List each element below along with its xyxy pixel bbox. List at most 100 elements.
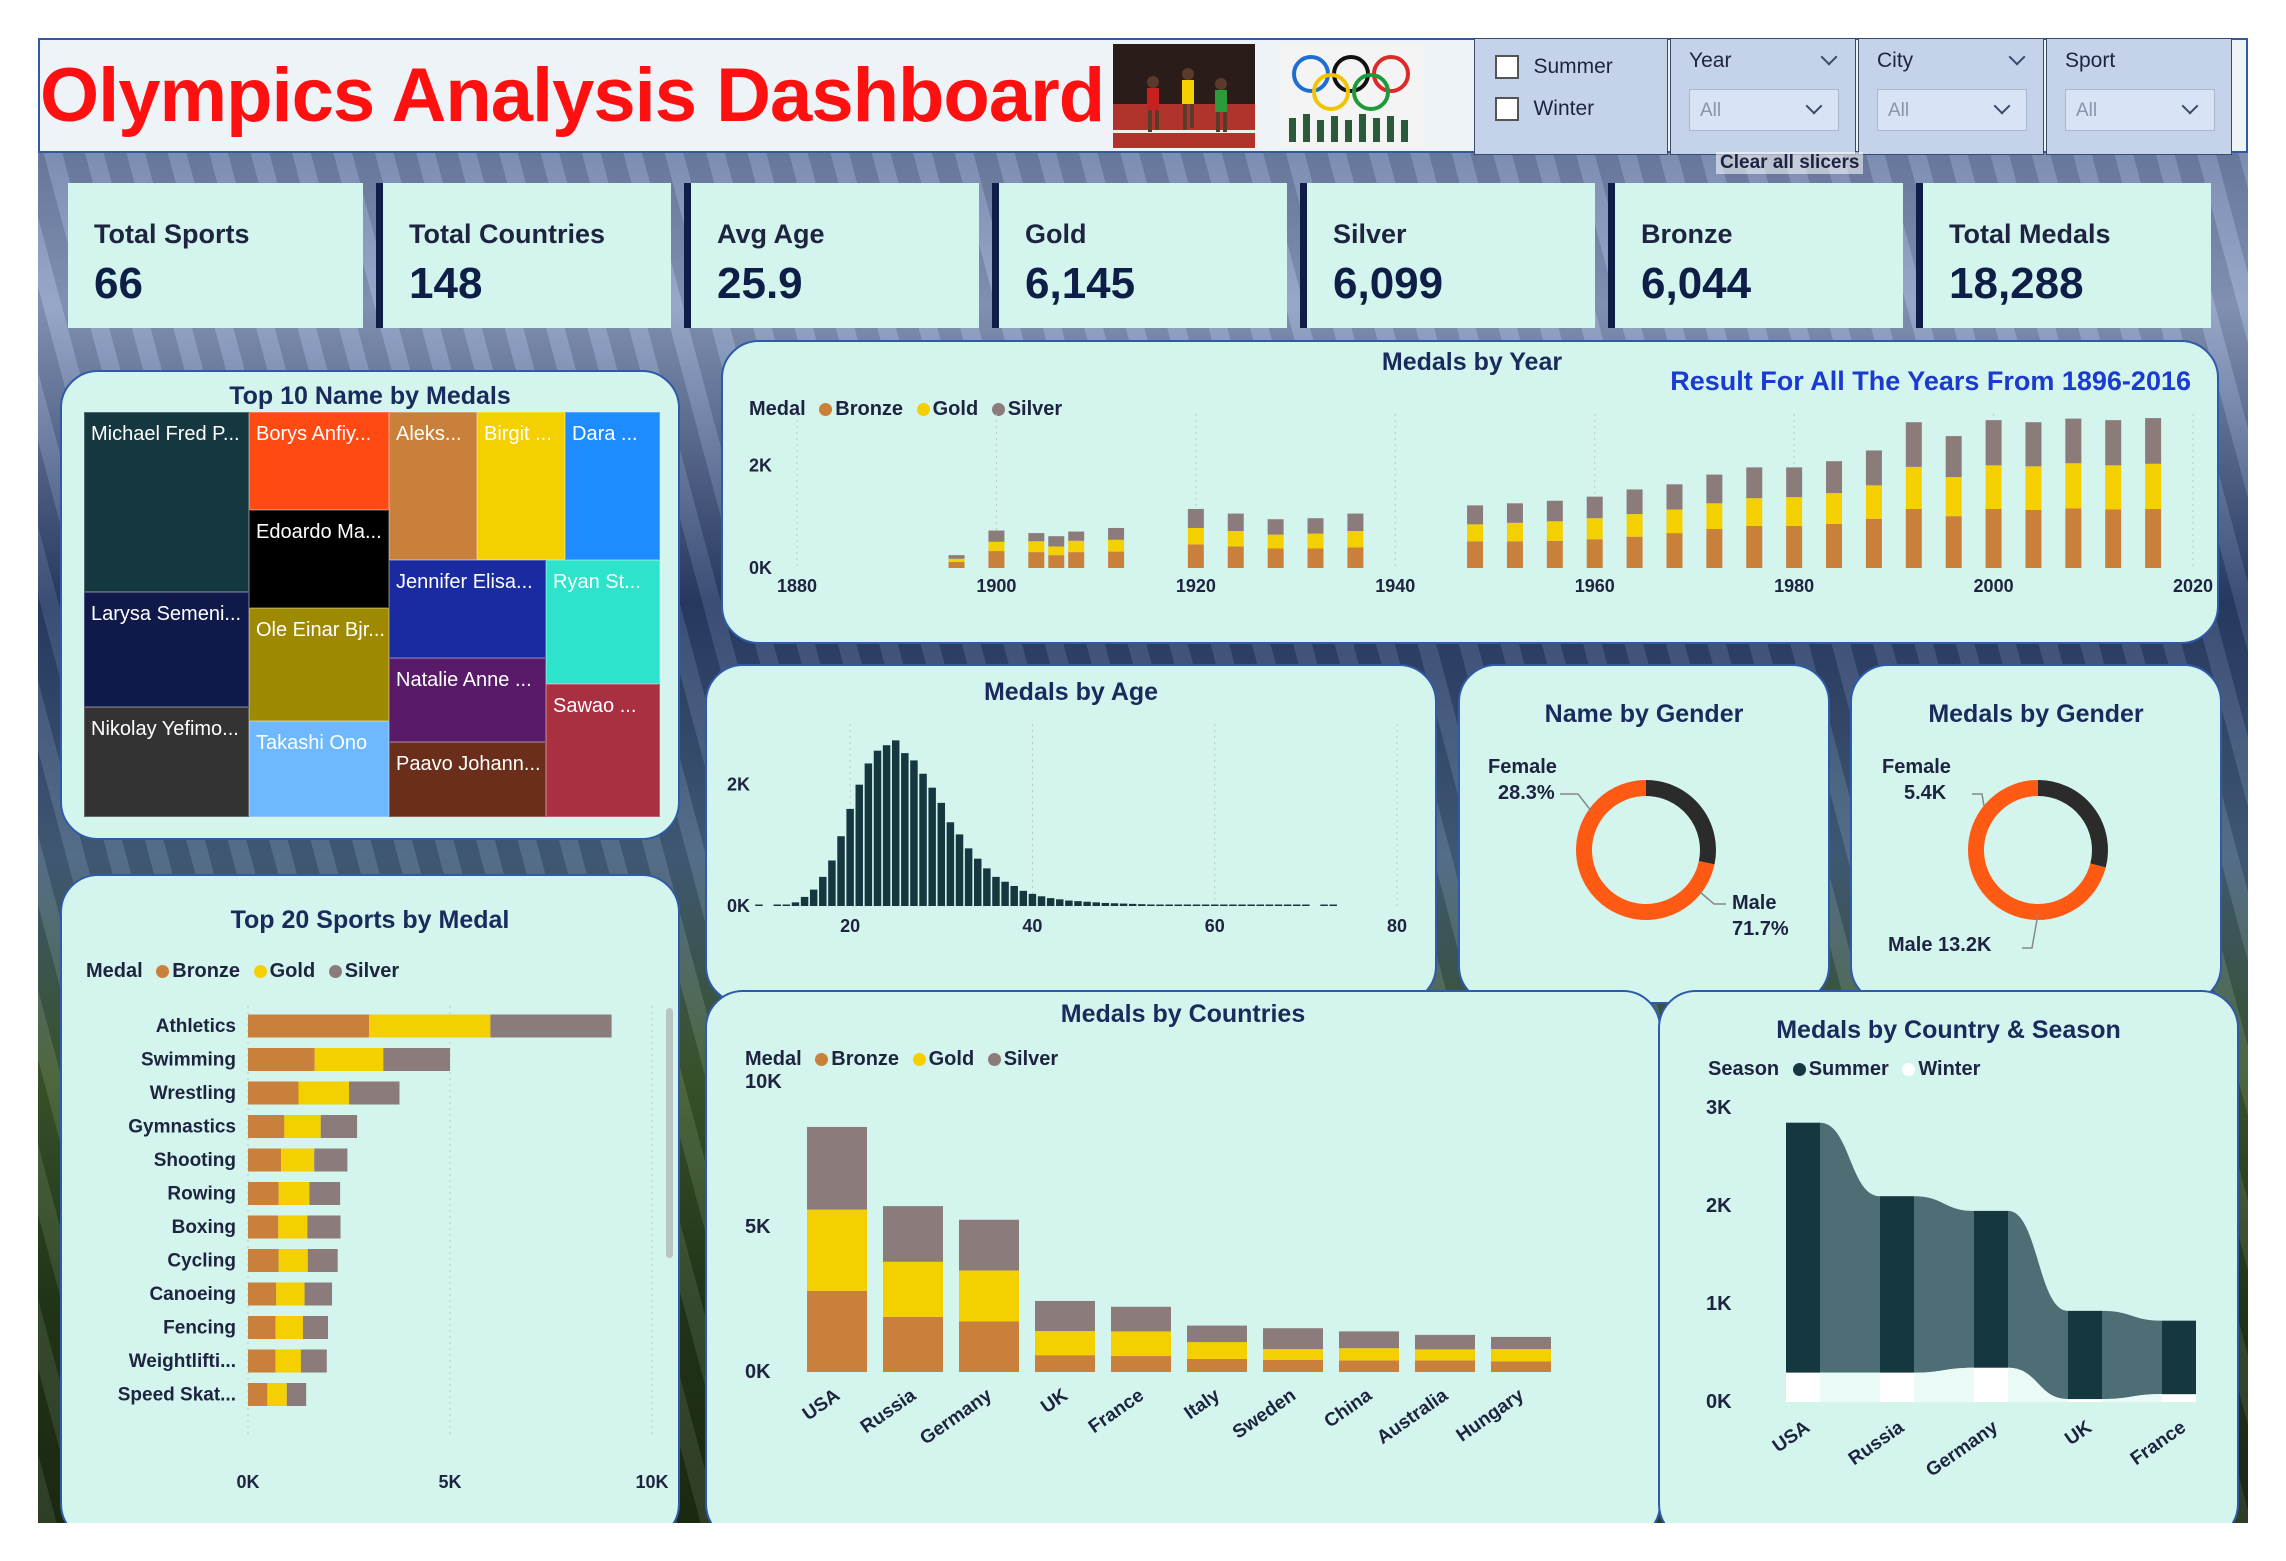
treemap-cell[interactable]: Edoardo Ma... xyxy=(249,510,389,608)
age-bar xyxy=(937,802,946,906)
bar-segment xyxy=(959,1321,1019,1372)
bar-segment xyxy=(248,1014,370,1038)
treemap-cell[interactable]: Larysa Semeni... xyxy=(84,592,249,707)
sport-dropdown-value: All xyxy=(2076,100,2098,121)
bar-segment xyxy=(309,1182,341,1205)
bar-segment xyxy=(1227,513,1244,532)
ribbon-summer xyxy=(2102,1310,2162,1400)
x-tick-label: 0K xyxy=(236,1472,259,1492)
y-tick-label: 0K xyxy=(749,558,772,578)
bar-segment xyxy=(1347,547,1364,568)
bar-segment xyxy=(1786,1122,1820,1373)
city-dropdown[interactable]: All xyxy=(1877,89,2027,131)
age-bar xyxy=(1092,902,1100,906)
bar-segment xyxy=(807,1126,867,1210)
year-dropdown[interactable]: All xyxy=(1689,89,1839,131)
x-tick-label: 80 xyxy=(1387,916,1407,936)
kpi-value: 148 xyxy=(409,259,483,308)
chevron-down-icon[interactable] xyxy=(2008,48,2026,66)
season-option-winter[interactable]: Winter xyxy=(1495,97,1594,127)
treemap-cell[interactable]: Ole Einar Bjr... xyxy=(249,608,389,721)
y-tick-label: 10K xyxy=(745,1071,782,1093)
bar-segment xyxy=(1666,533,1683,568)
chevron-down-icon xyxy=(2181,97,2199,115)
bar-segment xyxy=(2105,509,2122,568)
treemap-cell[interactable]: Michael Fred P... xyxy=(84,412,249,592)
y-tick-label: 0K xyxy=(745,1361,771,1383)
treemap-cell[interactable]: Paavo Johann... xyxy=(389,742,546,817)
x-category-label: Hungary xyxy=(1453,1385,1529,1447)
age-bar xyxy=(855,784,863,906)
y-tick-label: 2K xyxy=(749,455,772,475)
bar-segment xyxy=(1263,1328,1323,1350)
bar-segment xyxy=(2025,422,2042,467)
age-bar xyxy=(928,787,936,906)
age-bar xyxy=(873,750,882,906)
treemap-cell[interactable]: Birgit ... xyxy=(477,412,565,560)
ribbon-summer xyxy=(1914,1196,1974,1373)
winter-checkbox[interactable] xyxy=(1495,97,1519,121)
kpi-total-countries: Total Countries 148 xyxy=(376,183,671,328)
bar-segment xyxy=(1586,539,1603,568)
bar-segment xyxy=(1974,1210,2008,1368)
y-category-label: Weightlifti... xyxy=(129,1351,236,1372)
bar-segment xyxy=(248,1115,285,1138)
bar-segment xyxy=(1826,493,1843,524)
bar-segment xyxy=(1028,533,1045,542)
y-category-label: Gymnastics xyxy=(128,1117,236,1138)
x-tick-label: 1960 xyxy=(1575,576,1615,596)
age-bar xyxy=(992,876,1000,906)
x-category-label: China xyxy=(1321,1385,1377,1433)
bar-segment xyxy=(1227,531,1244,547)
treemap-cell[interactable]: Dara ... xyxy=(565,412,660,560)
chevron-down-icon[interactable] xyxy=(1820,48,1838,66)
city-slicer-title: City xyxy=(1877,49,1914,72)
y-tick-label: 3K xyxy=(1706,1097,1732,1119)
kpi-silver: Silver 6,099 xyxy=(1300,183,1595,328)
age-bar xyxy=(1074,901,1082,906)
bar-segment xyxy=(2068,1310,2102,1400)
summer-checkbox[interactable] xyxy=(1495,55,1519,79)
country-season-chart: 0K 1K 2K 3K USA Russia Germany UK France xyxy=(1706,1097,2196,1481)
sport-dropdown[interactable]: All xyxy=(2065,89,2215,131)
x-tick-label: 2000 xyxy=(1974,576,2014,596)
bar-segment xyxy=(1263,1349,1323,1360)
age-bar xyxy=(819,876,827,906)
summer-label: Summer xyxy=(1533,55,1613,78)
bar-segment xyxy=(988,530,1005,542)
age-bar xyxy=(1010,885,1018,906)
season-option-summer[interactable]: Summer xyxy=(1495,55,1613,85)
age-bar xyxy=(1001,881,1009,906)
kpi-value: 6,099 xyxy=(1333,259,1444,308)
bar-segment xyxy=(276,1282,305,1306)
bar-segment xyxy=(383,1048,450,1071)
y-category-label: Athletics xyxy=(156,1016,236,1037)
age-bar xyxy=(1201,904,1210,906)
bar-segment xyxy=(1187,1325,1247,1343)
ribbon-winter xyxy=(1914,1367,1974,1402)
bar-segment xyxy=(2025,466,2042,510)
treemap-cell[interactable]: Jennifer Elisa... xyxy=(389,560,546,658)
treemap-cell[interactable]: Aleks... xyxy=(389,412,477,560)
treemap-cell[interactable]: Nikolay Yefimo... xyxy=(84,707,249,817)
treemap-cell[interactable]: Sawao ... xyxy=(546,684,660,817)
x-tick-label: 1900 xyxy=(976,576,1016,596)
treemap-cell[interactable]: Borys Anfiy... xyxy=(249,412,389,510)
age-bar xyxy=(864,763,873,906)
bar-segment xyxy=(1905,466,1922,509)
bar-segment xyxy=(883,1261,943,1317)
bar-segment xyxy=(1187,1358,1247,1372)
bar-segment xyxy=(1415,1334,1475,1350)
x-tick-label: 60 xyxy=(1205,916,1225,936)
x-tick-label: 2020 xyxy=(2173,576,2213,596)
treemap-cell[interactable]: Takashi Ono xyxy=(249,721,389,817)
city-dropdown-value: All xyxy=(1888,100,1910,121)
age-bar xyxy=(1256,904,1265,906)
treemap-cell[interactable]: Natalie Anne ... xyxy=(389,658,546,742)
top-sports-panel: Top 20 Sports by Medal Medal Bronze Gold… xyxy=(60,874,680,1523)
treemap-cell[interactable]: Ryan St... xyxy=(546,560,660,684)
clear-slicers-button[interactable]: Clear all slicers xyxy=(1716,152,1864,174)
bar-segment xyxy=(1108,539,1125,552)
y-tick-label: 2K xyxy=(1706,1195,1732,1217)
age-bar xyxy=(1247,904,1255,906)
